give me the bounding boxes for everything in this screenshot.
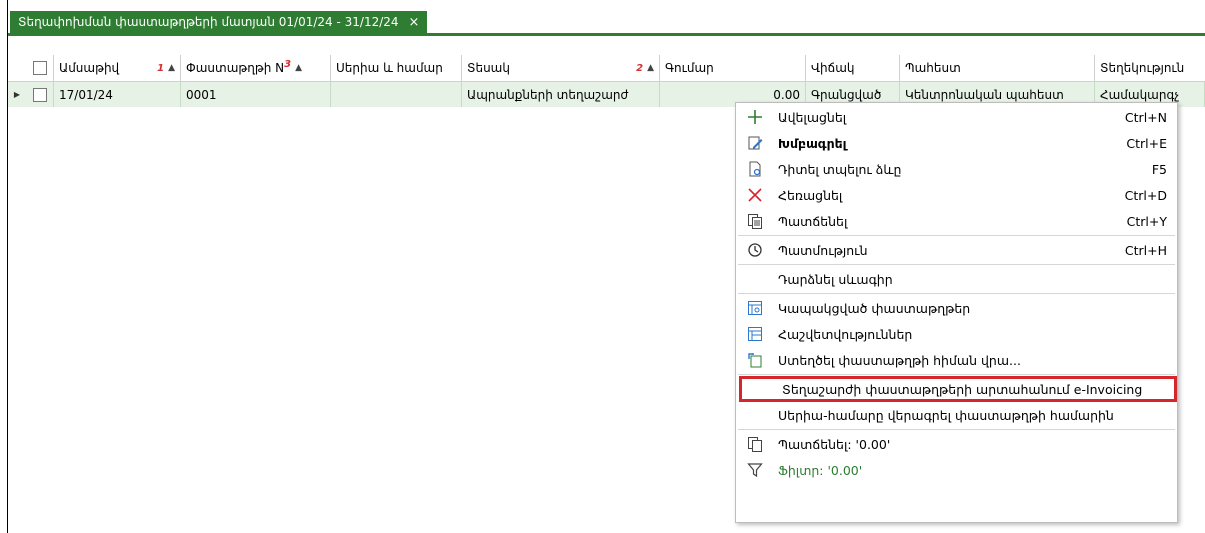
menu-item-filter[interactable]: Ֆիլտր: '0.00'	[736, 458, 1177, 482]
header-indicator	[8, 55, 26, 81]
column-label-info: Տեղեկություն	[1100, 61, 1185, 75]
close-icon[interactable]: ×	[409, 15, 420, 30]
column-label-status: Վիճակ	[811, 61, 855, 75]
column-label-warehouse: Պահեստ	[905, 61, 961, 75]
menu-label: Պատճենել: '0.00'	[778, 436, 891, 452]
row-checkbox-cell[interactable]	[26, 82, 54, 107]
menu-label: Ավելացնել	[778, 109, 847, 125]
sort-asc-icon: ▲	[295, 63, 303, 73]
menu-item-copy[interactable]: Պատճենել Ctrl+Y	[736, 209, 1177, 233]
reports-icon	[744, 326, 766, 342]
menu-item-create-based[interactable]: Ստեղծել փաստաթղթի հիման վրա...	[736, 348, 1177, 372]
column-header-type[interactable]: Տեսակ 2 ▲	[462, 55, 660, 81]
menu-label: Դարձնել սևագիր	[778, 271, 893, 287]
menu-item-export-e-invoicing[interactable]: Տեղաշարժի փաստաթղթերի արտահանում e-Invoi…	[739, 376, 1177, 402]
sort-indicator-type: 2 ▲	[636, 63, 654, 74]
tab-movement-journal[interactable]: Տեղափոխման փաստաթղթերի մատյան 01/01/24 -…	[10, 11, 428, 33]
filter-icon	[744, 462, 766, 478]
menu-shortcut: Ctrl+Y	[1126, 213, 1167, 229]
menu-label: Հաշվետվություններ	[778, 326, 913, 342]
tab-bar: Տեղափոխման փաստաթղթերի մատյան 01/01/24 -…	[8, 0, 1205, 36]
menu-item-print-preview[interactable]: Դիտել տպելու ձևը F5	[736, 157, 1177, 181]
column-header-series[interactable]: Սերիա և համար	[331, 55, 462, 81]
menu-item-reports[interactable]: Հաշվետվություններ	[736, 322, 1177, 346]
menu-item-assign-series[interactable]: Սերիա-համարը վերագրել փաստաթղթի համարին	[736, 403, 1177, 427]
menu-separator	[738, 374, 1175, 375]
menu-separator	[738, 293, 1175, 294]
linked-docs-icon	[744, 300, 766, 316]
menu-shortcut: Ctrl+N	[1124, 109, 1167, 125]
menu-label: Կապակցված փաստաթղթեր	[778, 300, 971, 316]
menu-shortcut: F5	[1151, 161, 1167, 177]
column-header-doc-no[interactable]: Փաստաթղթի N3 ▲	[181, 55, 331, 81]
column-header-warehouse[interactable]: Պահեստ	[900, 55, 1095, 81]
menu-item-linked-docs[interactable]: Կապակցված փաստաթղթեր	[736, 296, 1177, 320]
context-menu: Ավելացնել Ctrl+N Խմբագրել Ctrl+E Դիտել տ…	[735, 102, 1178, 523]
column-label-date: Ամսաթիվ	[59, 61, 120, 75]
sort-asc-icon: ▲	[647, 63, 654, 73]
menu-shortcut: Ctrl+E	[1126, 135, 1167, 151]
column-header-date[interactable]: Ամսաթիվ 1 ▲	[54, 55, 181, 81]
row-indicator: ▶	[8, 82, 26, 107]
edit-icon	[744, 135, 766, 151]
cell-type[interactable]: Ապրանքների տեղաշարժ	[462, 82, 660, 107]
menu-label: Ստեղծել փաստաթղթի հիման վրա...	[778, 352, 1021, 368]
menu-item-delete[interactable]: Հեռացնել Ctrl+D	[736, 183, 1177, 207]
menu-label: Դիտել տպելու ձևը	[778, 161, 902, 177]
menu-label: Հեռացնել	[778, 187, 843, 203]
cell-date[interactable]: 17/01/24	[54, 82, 181, 107]
menu-item-make-draft[interactable]: Դարձնել սևագիր	[736, 267, 1177, 291]
cell-series[interactable]	[331, 82, 462, 107]
tab-title: Տեղափոխման փաստաթղթերի մատյան 01/01/24 -…	[18, 15, 399, 29]
menu-shortcut: Ctrl+H	[1124, 242, 1167, 258]
menu-item-add[interactable]: Ավելացնել Ctrl+N	[736, 105, 1177, 129]
menu-label: Պատճենել	[778, 213, 848, 229]
menu-label: Պատմություն	[778, 242, 868, 258]
copy-icon	[744, 213, 766, 229]
menu-shortcut: Ctrl+D	[1124, 187, 1167, 203]
row-checkbox[interactable]	[32, 87, 47, 102]
column-label-doc-no: Փաստաթղթի N	[186, 61, 285, 75]
copy-value-icon	[744, 436, 766, 452]
delete-icon	[744, 187, 766, 203]
menu-separator	[738, 264, 1175, 265]
sort-indicator-date: 1 ▲	[157, 63, 175, 74]
journal-window: Տեղափոխման փաստաթղթերի մատյան 01/01/24 -…	[0, 0, 1205, 533]
menu-item-copy-value[interactable]: Պատճենել: '0.00'	[736, 432, 1177, 456]
menu-label: Ֆիլտր: '0.00'	[778, 462, 863, 478]
menu-label: Տեղաշարժի փաստաթղթերի արտահանում e-Invoi…	[782, 381, 1143, 397]
column-label-series: Սերիա և համար	[336, 61, 443, 75]
menu-separator	[738, 429, 1175, 430]
menu-label: Սերիա-համարը վերագրել փաստաթղթի համարին	[778, 407, 1114, 423]
cell-doc-no[interactable]: 0001	[181, 82, 331, 107]
sort-order-date: 1	[157, 62, 165, 74]
menu-item-history[interactable]: Պատմություն Ctrl+H	[736, 238, 1177, 262]
select-all-checkbox[interactable]	[32, 61, 47, 75]
history-icon	[744, 242, 766, 258]
column-header-amount[interactable]: Գումար	[660, 55, 806, 81]
menu-label: Խմբագրել	[778, 135, 847, 151]
current-row-icon: ▶	[13, 90, 21, 99]
column-label-type: Տեսակ	[467, 61, 510, 75]
plus-icon	[744, 109, 766, 125]
column-header-info[interactable]: Տեղեկություն	[1095, 55, 1205, 81]
column-header-status[interactable]: Վիճակ	[806, 55, 900, 81]
create-based-icon	[744, 352, 766, 368]
column-label-amount: Գումար	[665, 61, 714, 75]
sort-order-doc-no: 3	[284, 58, 292, 70]
menu-separator	[738, 235, 1175, 236]
sort-order-type: 2	[636, 62, 644, 74]
table-header: Ամսաթիվ 1 ▲ Փաստաթղթի N3 ▲ Սերիա և համար …	[8, 55, 1205, 82]
preview-icon	[744, 161, 766, 177]
sort-asc-icon: ▲	[168, 63, 175, 73]
menu-item-edit[interactable]: Խմբագրել Ctrl+E	[736, 131, 1177, 155]
select-all-checkbox-cell[interactable]	[26, 55, 54, 81]
